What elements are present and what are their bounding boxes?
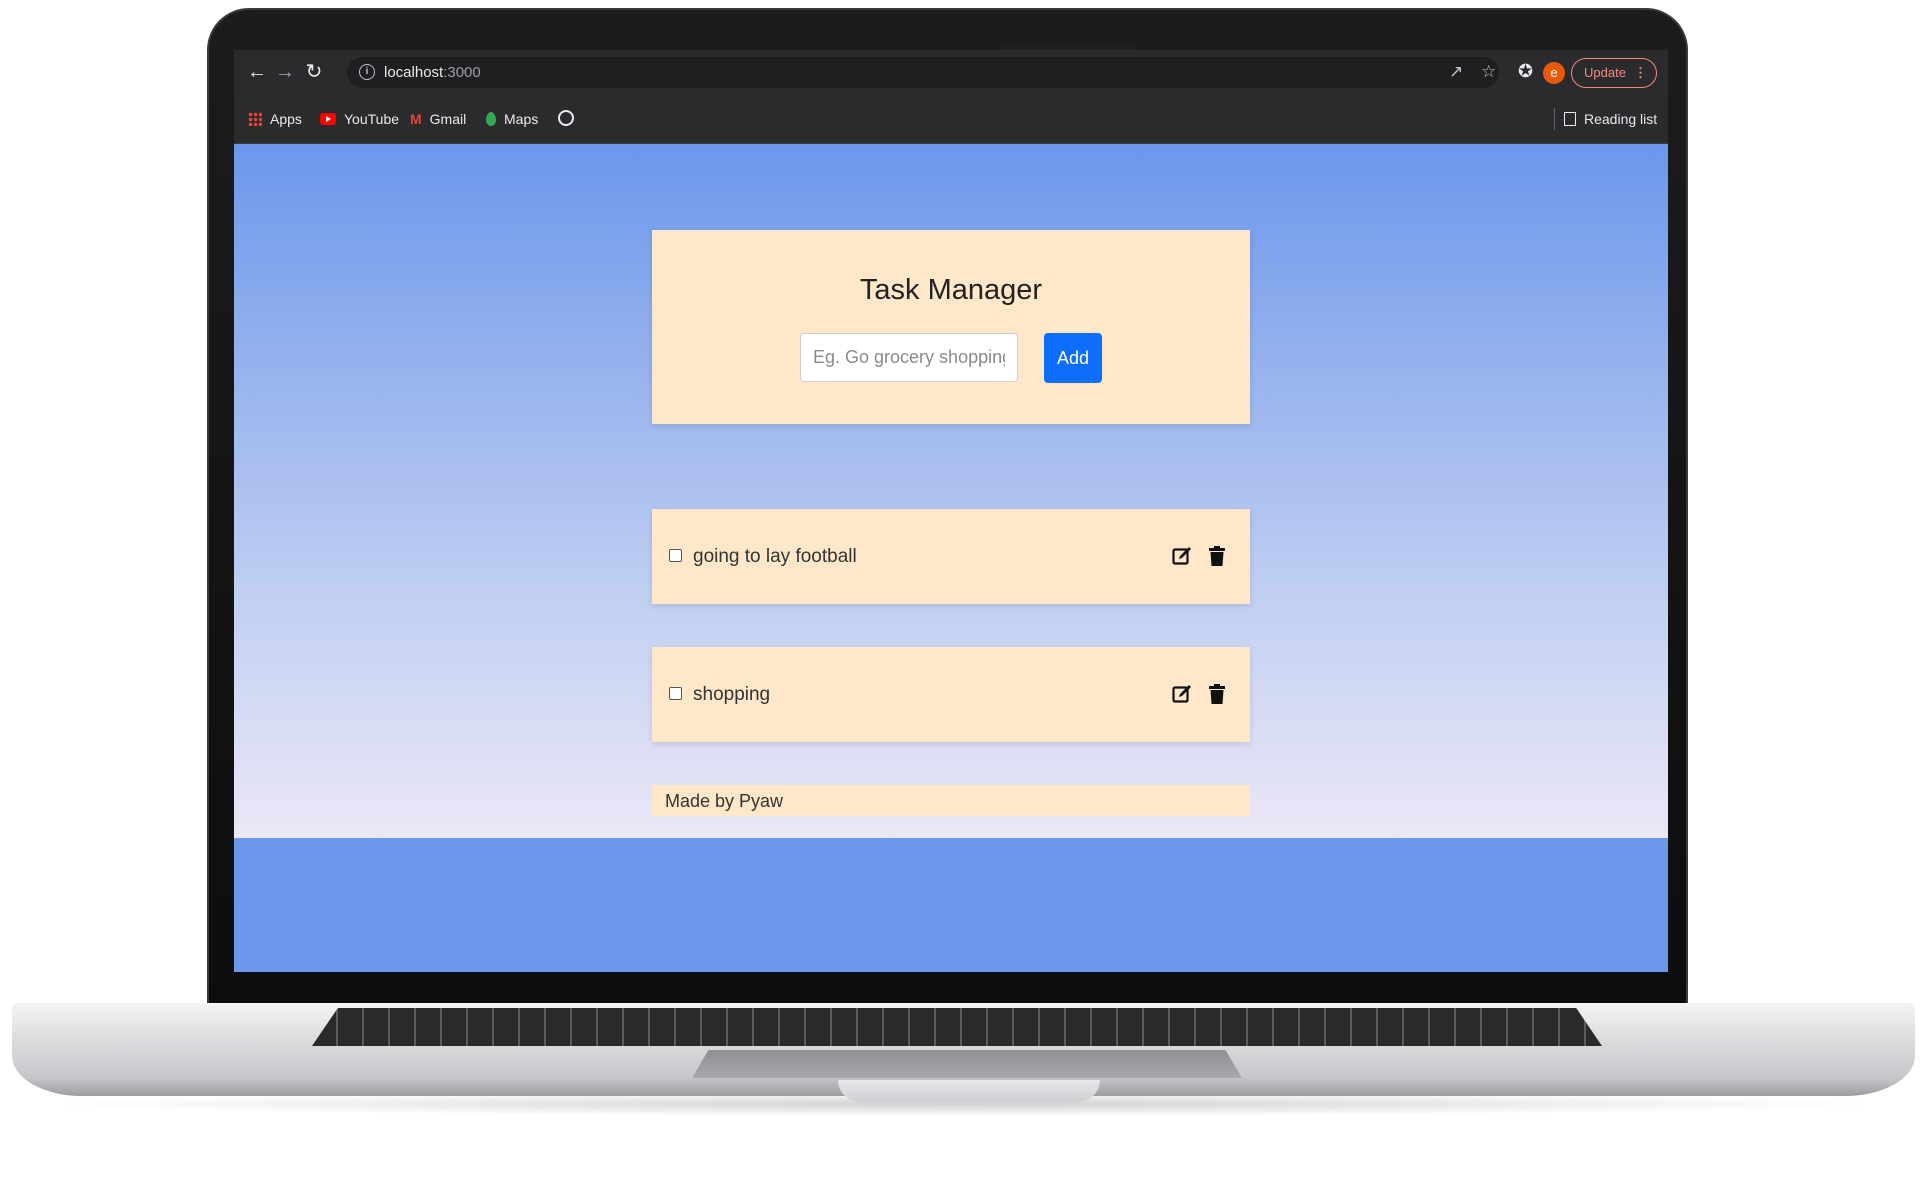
bookmark-maps[interactable]: Maps [486, 108, 538, 130]
trash-icon[interactable] [1209, 546, 1225, 566]
globe-icon[interactable] [558, 110, 574, 126]
url-port: :3000 [443, 64, 481, 81]
url-text: localhost:3000 [384, 64, 481, 81]
info-icon[interactable]: i [359, 64, 375, 80]
edit-icon[interactable] [1172, 684, 1192, 704]
bookmark-label: Apps [270, 111, 302, 127]
task-checkbox[interactable] [669, 687, 682, 700]
footer: Made by Pyaw [652, 785, 1250, 816]
update-button[interactable]: Update ⋮ [1571, 58, 1657, 88]
star-icon[interactable]: ☆ [1481, 63, 1496, 80]
page-content: Task Manager Add going to lay football s… [234, 144, 1668, 838]
trackpad [692, 1050, 1242, 1078]
browser-toolbar: ← → ↻ i localhost:3000 ↗ ☆ ✪ e Update ⋮ [234, 50, 1668, 94]
laptop-screen: ← → ↻ i localhost:3000 ↗ ☆ ✪ e Update ⋮ … [234, 50, 1668, 972]
youtube-icon [320, 113, 336, 125]
bookmark-label: YouTube [344, 111, 400, 127]
lid-opening-notch [838, 1080, 1100, 1102]
bookmark-label: Gmail [429, 111, 467, 127]
page-background-bottom [234, 838, 1668, 972]
profile-avatar[interactable]: e [1543, 62, 1565, 84]
keyboard [312, 1008, 1602, 1046]
extensions-puzzle-icon[interactable]: ✪ [1518, 62, 1533, 80]
share-icon[interactable]: ↗ [1449, 63, 1463, 80]
task-form-card: Task Manager Add [652, 230, 1250, 424]
apps-grid-icon [248, 112, 262, 126]
bookmark-youtube[interactable]: YouTube [320, 108, 399, 130]
bookmark-label: Maps [504, 111, 539, 127]
footer-text: Made by Pyaw [665, 791, 784, 811]
bookmarks-bar: Apps YouTube M Gmail Maps Reading list [234, 94, 1668, 144]
reading-list-button[interactable]: Reading list [1564, 108, 1657, 130]
task-text: shopping [693, 684, 771, 705]
url-host: localhost [384, 64, 444, 81]
task-input[interactable] [800, 333, 1018, 382]
edit-icon[interactable] [1172, 546, 1192, 566]
back-arrow-icon[interactable]: ← [247, 62, 267, 82]
task-item: going to lay football [652, 509, 1250, 604]
task-item: shopping [652, 647, 1250, 742]
maps-icon [486, 112, 496, 126]
trash-icon[interactable] [1209, 684, 1225, 704]
task-checkbox[interactable] [669, 549, 682, 562]
reload-icon[interactable]: ↻ [304, 62, 324, 82]
forward-arrow-icon[interactable]: → [275, 62, 295, 82]
page-title: Task Manager [859, 274, 1043, 306]
task-text: going to lay football [693, 546, 857, 567]
bookmarks-divider [1554, 108, 1555, 130]
bookmark-gmail[interactable]: M Gmail [410, 108, 466, 130]
bookmark-apps[interactable]: Apps [248, 108, 302, 130]
kebab-menu-icon[interactable]: ⋮ [1634, 59, 1647, 86]
update-button-label: Update [1584, 65, 1626, 80]
gmail-icon: M [410, 111, 422, 127]
reading-list-label: Reading list [1584, 111, 1658, 127]
address-bar[interactable]: i localhost:3000 ↗ ☆ [347, 57, 1499, 88]
reading-list-icon [1564, 112, 1576, 126]
add-button[interactable]: Add [1044, 333, 1102, 383]
